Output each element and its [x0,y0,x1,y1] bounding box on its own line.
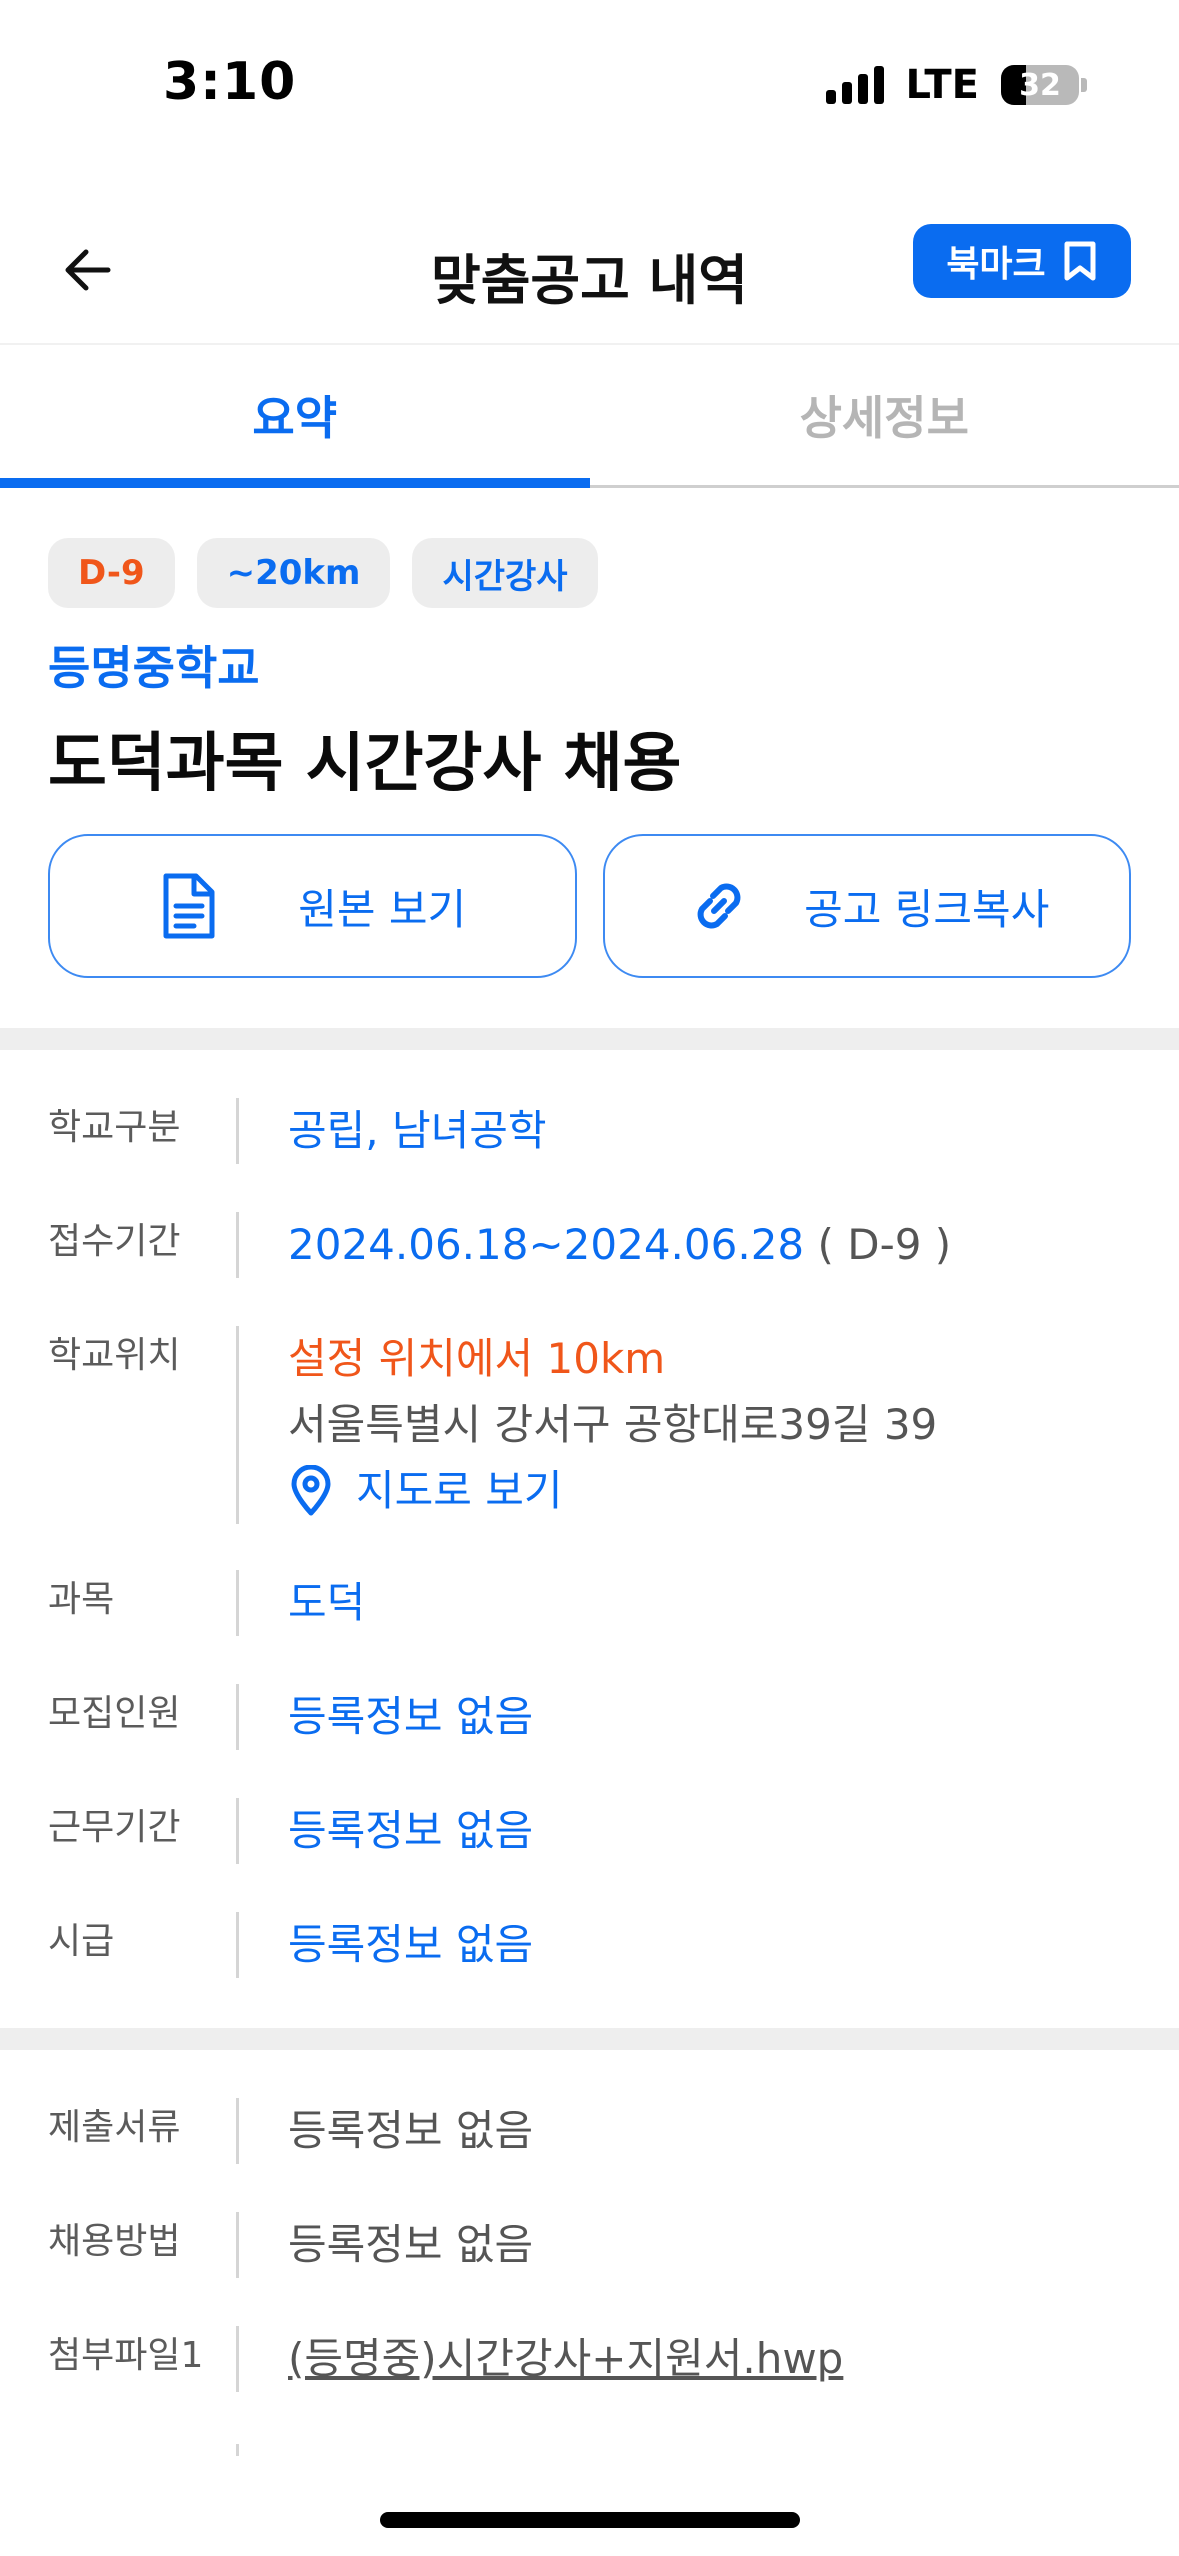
status-indicators: LTE 32 [825,62,1087,108]
location-pin-icon [291,1465,331,1516]
location-address: 서울특별시 강서구 공항대로39길 39 [288,1400,938,1449]
app-header: 맞춤공고 내역 북마크 [0,200,1179,340]
info-label: 과목 [48,1579,115,1620]
info-separator [236,1912,239,1978]
job-type-chip: 시간강사 [412,538,598,608]
work-period-value: 등록정보 없음 [288,1806,534,1855]
tab-details[interactable]: 상세정보 [590,345,1179,485]
subject-value: 도덕 [288,1578,366,1627]
documents-value: 등록정보 없음 [288,2106,534,2155]
info-label: 근무기간 [48,1807,181,1848]
job-title: 도덕과목 시간강사 채용 [48,727,682,801]
info-separator [236,2098,239,2164]
battery-tip [1081,78,1087,92]
view-original-label: 원본 보기 [298,884,467,934]
school-type-value: 공립, 남녀공학 [288,1106,547,1155]
recruits-value: 등록정보 없음 [288,1692,534,1741]
period-dates: 2024.06.18~2024.06.28 [288,1220,805,1269]
home-indicator [380,2512,800,2528]
pay-value: 등록정보 없음 [288,1920,534,1969]
info-separator [236,2444,239,2456]
period-value: 2024.06.18~2024.06.28 ( D-9 ) [288,1212,951,1278]
signal-icon [825,66,884,104]
battery-level: 32 [1019,67,1061,103]
info-separator [236,2212,239,2278]
view-map-label: 지도로 보기 [356,1466,563,1515]
location-value: 설정 위치에서 10km 서울특별시 강서구 공항대로39길 39 지도로 보기 [288,1326,937,1524]
tab-bar: 요약 상세정보 [0,343,1179,488]
period-dday: ( D-9 ) [817,1220,952,1269]
attachment1-link[interactable]: (등명중)시간강사+지원서.hwp [288,2326,843,2392]
section-divider [0,2028,1179,2050]
dday-chip: D-9 [48,538,175,608]
info-label: 접수기간 [48,1221,181,1262]
view-map-link[interactable]: 지도로 보기 [288,1458,937,1524]
info-separator [236,1684,239,1750]
school-name: 등명중학교 [48,641,260,695]
location-distance: 설정 위치에서 10km [288,1334,666,1383]
info-label: 모집인원 [48,1693,181,1734]
info-label: 제출서류 [48,2107,181,2148]
info-separator [236,1212,239,1278]
info-label: 채용방법 [48,2221,181,2262]
view-original-button[interactable]: 원본 보기 [48,834,577,978]
info-label: 학교구분 [48,1107,181,1148]
status-bar: 3:10 LTE 32 [0,0,1179,175]
status-time: 3:10 [163,52,297,112]
distance-chip: ~20km [196,538,391,608]
info-label: 시급 [48,1921,115,1962]
document-icon [163,873,215,939]
info-label: 첨부파일1 [48,2335,204,2376]
info-separator [236,1798,239,1864]
copy-link-button[interactable]: 공고 링크복사 [602,834,1131,978]
bookmark-button[interactable]: 북마크 [913,224,1131,298]
info-label: 학교위치 [48,1335,181,1376]
battery-icon: 32 [1001,65,1079,105]
bookmark-label: 북마크 [946,244,1046,285]
info-separator [236,2326,239,2392]
bookmark-icon [1064,241,1096,281]
section-divider [0,1028,1179,1050]
network-type: LTE [905,62,979,108]
info-separator [236,1098,239,1164]
copy-link-label: 공고 링크복사 [804,884,1050,934]
link-icon [697,883,741,929]
tag-chips: D-9 ~20km 시간강사 [48,538,598,608]
tab-summary[interactable]: 요약 [0,345,590,488]
info-separator [236,1570,239,1636]
action-buttons: 원본 보기 공고 링크복사 [48,834,1131,978]
info-separator [236,1326,239,1524]
method-value: 등록정보 없음 [288,2220,534,2269]
